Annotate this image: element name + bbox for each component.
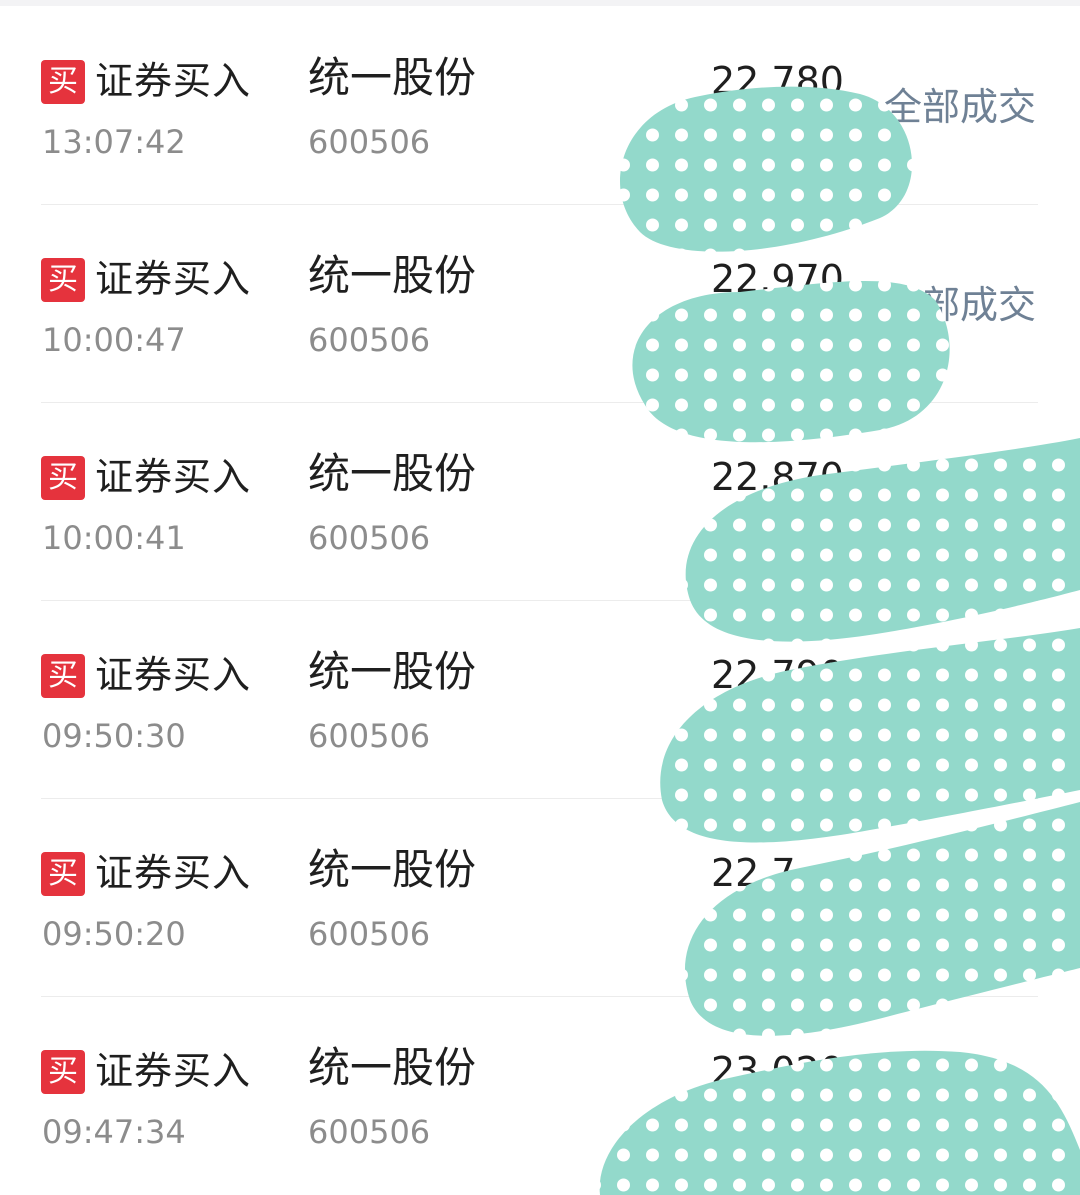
stock-name: 统一股份 (308, 251, 477, 300)
buy-badge: 买 (41, 456, 85, 500)
order-price: 22.870 (711, 455, 844, 499)
trade-type: 证券买入 (95, 653, 252, 697)
order-price: 22.7 (711, 851, 796, 895)
order-price: 22.790 (711, 653, 844, 697)
order-row[interactable]: 买 证券买入 09:50:20 统一股份 600506 22.7 (0, 798, 1080, 997)
trade-time: 09:50:20 (42, 915, 186, 953)
order-row[interactable]: 买 证券买入 09:50:30 统一股份 600506 22.790 (0, 600, 1080, 799)
order-price: 23.020 (711, 1049, 844, 1093)
trade-time: 10:00:47 (42, 321, 186, 359)
order-row[interactable]: 买 证券买入 10:00:47 统一股份 600506 22.970 部成交 (0, 204, 1080, 403)
stock-name: 统一股份 (308, 1043, 477, 1092)
stock-code: 600506 (308, 915, 431, 953)
trade-type: 证券买入 (95, 851, 252, 895)
buy-badge: 买 (41, 852, 85, 896)
trade-time: 09:50:30 (42, 717, 186, 755)
trade-time: 09:47:34 (42, 1113, 186, 1151)
stock-code: 600506 (308, 717, 431, 755)
order-row[interactable]: 买 证券买入 09:47:34 统一股份 600506 23.020 (0, 996, 1080, 1194)
order-status: 全部成交 (883, 85, 1036, 129)
trade-time: 13:07:42 (42, 123, 186, 161)
trade-type: 证券买入 (95, 455, 252, 499)
stock-code: 600506 (308, 321, 431, 359)
buy-badge: 买 (41, 60, 85, 104)
order-row[interactable]: 买 证券买入 10:00:41 统一股份 600506 22.870 (0, 402, 1080, 601)
buy-badge: 买 (41, 1050, 85, 1094)
trade-time: 10:00:41 (42, 519, 186, 557)
stock-code: 600506 (308, 1113, 431, 1151)
trade-type: 证券买入 (95, 257, 252, 301)
buy-badge: 买 (41, 654, 85, 698)
order-status: 部成交 (921, 283, 1036, 327)
stock-code: 600506 (308, 519, 431, 557)
trade-history-screen: 买 证券买入 13:07:42 统一股份 600506 22.780 全部成交 … (0, 0, 1080, 1195)
stock-name: 统一股份 (308, 845, 477, 894)
trade-type: 证券买入 (95, 59, 252, 103)
stock-code: 600506 (308, 123, 431, 161)
buy-badge: 买 (41, 258, 85, 302)
order-price: 22.970 (711, 257, 844, 301)
stock-name: 统一股份 (308, 53, 477, 102)
order-price: 22.780 (711, 59, 844, 103)
trade-type: 证券买入 (95, 1049, 252, 1093)
stock-name: 统一股份 (308, 449, 477, 498)
stock-name: 统一股份 (308, 647, 477, 696)
order-row[interactable]: 买 证券买入 13:07:42 统一股份 600506 22.780 全部成交 (0, 6, 1080, 205)
